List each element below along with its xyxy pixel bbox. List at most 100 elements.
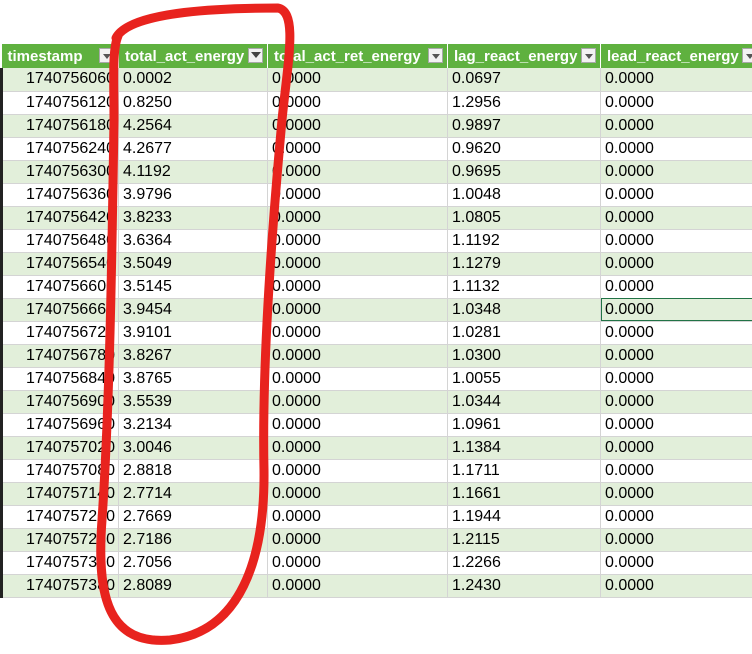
cell-lag-react-energy[interactable]: 1.0055: [447, 367, 601, 391]
filter-dropdown-icon[interactable]: [428, 48, 443, 63]
cell-lead-react-energy[interactable]: 0.0000: [600, 551, 752, 575]
cell-lead-react-energy[interactable]: 0.0000: [600, 160, 752, 184]
cell-lag-react-energy[interactable]: 0.9620: [447, 137, 601, 161]
cell-lag-react-energy[interactable]: 1.0961: [447, 413, 601, 437]
cell-total-act-energy[interactable]: 2.7714: [118, 482, 268, 506]
cell-lead-react-energy[interactable]: 0.0000: [600, 183, 752, 207]
header-lag-react-energy[interactable]: lag_react_energy: [447, 44, 601, 68]
cell-total-act-energy[interactable]: 3.5049: [118, 252, 268, 276]
cell-timestamp[interactable]: 1740756780: [0, 344, 119, 368]
cell-lag-react-energy[interactable]: 1.2430: [447, 574, 601, 598]
cell-timestamp[interactable]: 1740756540: [0, 252, 119, 276]
cell-lag-react-energy[interactable]: 1.1384: [447, 436, 601, 460]
cell-timestamp[interactable]: 1740756180: [0, 114, 119, 138]
cell-lead-react-energy[interactable]: 0.0000: [600, 367, 752, 391]
cell-total-act-ret-energy[interactable]: 0.0000: [267, 298, 448, 322]
cell-total-act-ret-energy[interactable]: 0.0000: [267, 91, 448, 115]
cell-lag-react-energy[interactable]: 1.2115: [447, 528, 601, 552]
cell-lead-react-energy[interactable]: 0.0000: [600, 574, 752, 598]
cell-lag-react-energy[interactable]: 1.1279: [447, 252, 601, 276]
cell-total-act-ret-energy[interactable]: 0.0000: [267, 114, 448, 138]
cell-lag-react-energy[interactable]: 1.1661: [447, 482, 601, 506]
cell-total-act-ret-energy[interactable]: 0.0000: [267, 344, 448, 368]
cell-total-act-ret-energy[interactable]: 0.0000: [267, 482, 448, 506]
cell-timestamp[interactable]: 1740757200: [0, 505, 119, 529]
cell-total-act-energy[interactable]: 3.2134: [118, 413, 268, 437]
cell-total-act-ret-energy[interactable]: 0.0000: [267, 206, 448, 230]
cell-lag-react-energy[interactable]: 1.1711: [447, 459, 601, 483]
cell-total-act-ret-energy[interactable]: 0.0000: [267, 551, 448, 575]
cell-total-act-energy[interactable]: 3.8765: [118, 367, 268, 391]
cell-lead-react-energy[interactable]: 0.0000: [600, 505, 752, 529]
cell-lead-react-energy[interactable]: 0.0000: [600, 206, 752, 230]
cell-lead-react-energy[interactable]: 0.0000: [600, 91, 752, 115]
cell-total-act-ret-energy[interactable]: 0.0000: [267, 505, 448, 529]
cell-timestamp[interactable]: 1740756480: [0, 229, 119, 253]
cell-lead-react-energy[interactable]: 0.0000: [600, 413, 752, 437]
cell-lead-react-energy[interactable]: 0.0000: [600, 252, 752, 276]
cell-lead-react-energy[interactable]: 0.0000: [600, 528, 752, 552]
cell-total-act-energy[interactable]: 2.8089: [118, 574, 268, 598]
cell-timestamp[interactable]: 1740756240: [0, 137, 119, 161]
cell-timestamp[interactable]: 1740756300: [0, 160, 119, 184]
cell-total-act-ret-energy[interactable]: 0.0000: [267, 137, 448, 161]
cell-lag-react-energy[interactable]: 0.9897: [447, 114, 601, 138]
cell-total-act-ret-energy[interactable]: 0.0000: [267, 528, 448, 552]
cell-timestamp[interactable]: 1740756420: [0, 206, 119, 230]
filter-funnel-icon[interactable]: [248, 48, 263, 63]
cell-lag-react-energy[interactable]: 1.1132: [447, 275, 601, 299]
cell-total-act-energy[interactable]: 3.9101: [118, 321, 268, 345]
cell-total-act-energy[interactable]: 3.9796: [118, 183, 268, 207]
cell-total-act-energy[interactable]: 2.7056: [118, 551, 268, 575]
cell-total-act-ret-energy[interactable]: 0.0000: [267, 390, 448, 414]
cell-lag-react-energy[interactable]: 1.0281: [447, 321, 601, 345]
cell-total-act-energy[interactable]: 2.7669: [118, 505, 268, 529]
cell-total-act-energy[interactable]: 3.5145: [118, 275, 268, 299]
cell-timestamp[interactable]: 1740756060: [0, 68, 119, 92]
cell-total-act-ret-energy[interactable]: 0.0000: [267, 160, 448, 184]
cell-lag-react-energy[interactable]: 1.0300: [447, 344, 601, 368]
cell-lag-react-energy[interactable]: 1.2266: [447, 551, 601, 575]
cell-total-act-energy[interactable]: 3.5539: [118, 390, 268, 414]
cell-total-act-ret-energy[interactable]: 0.0000: [267, 367, 448, 391]
filter-dropdown-icon[interactable]: [581, 48, 596, 63]
header-total-act-energy[interactable]: total_act_energy: [118, 44, 268, 68]
cell-total-act-ret-energy[interactable]: 0.0000: [267, 321, 448, 345]
cell-timestamp[interactable]: 1740757320: [0, 551, 119, 575]
cell-total-act-energy[interactable]: 4.1192: [118, 160, 268, 184]
cell-timestamp[interactable]: 1740757020: [0, 436, 119, 460]
cell-lead-react-energy[interactable]: 0.0000: [600, 436, 752, 460]
cell-total-act-ret-energy[interactable]: 0.0000: [267, 252, 448, 276]
cell-lead-react-energy[interactable]: 0.0000: [600, 229, 752, 253]
cell-total-act-energy[interactable]: 4.2677: [118, 137, 268, 161]
header-timestamp[interactable]: timestamp: [1, 44, 119, 68]
cell-total-act-energy[interactable]: 3.0046: [118, 436, 268, 460]
filter-dropdown-icon[interactable]: [742, 48, 752, 63]
cell-lag-react-energy[interactable]: 1.0048: [447, 183, 601, 207]
cell-total-act-energy[interactable]: 3.6364: [118, 229, 268, 253]
cell-total-act-ret-energy[interactable]: 0.0000: [267, 229, 448, 253]
cell-lag-react-energy[interactable]: 1.2956: [447, 91, 601, 115]
cell-total-act-energy[interactable]: 3.8233: [118, 206, 268, 230]
header-lead-react-energy[interactable]: lead_react_energy: [600, 44, 752, 68]
cell-lead-react-energy[interactable]: 0.0000: [600, 459, 752, 483]
cell-total-act-ret-energy[interactable]: 0.0000: [267, 436, 448, 460]
cell-lag-react-energy[interactable]: 1.0805: [447, 206, 601, 230]
cell-timestamp[interactable]: 1740757080: [0, 459, 119, 483]
cell-timestamp[interactable]: 1740756840: [0, 367, 119, 391]
cell-total-act-ret-energy[interactable]: 0.0000: [267, 68, 448, 92]
cell-timestamp[interactable]: 1740757260: [0, 528, 119, 552]
cell-lag-react-energy[interactable]: 1.0344: [447, 390, 601, 414]
cell-total-act-ret-energy[interactable]: 0.0000: [267, 275, 448, 299]
cell-lead-react-energy[interactable]: 0.0000: [600, 68, 752, 92]
cell-total-act-energy[interactable]: 2.8818: [118, 459, 268, 483]
cell-lead-react-energy[interactable]: 0.0000: [600, 482, 752, 506]
cell-lead-react-energy[interactable]: 0.0000: [600, 390, 752, 414]
cell-lag-react-energy[interactable]: 0.0697: [447, 68, 601, 92]
cell-lag-react-energy[interactable]: 1.1192: [447, 229, 601, 253]
cell-total-act-ret-energy[interactable]: 0.0000: [267, 574, 448, 598]
cell-total-act-ret-energy[interactable]: 0.0000: [267, 183, 448, 207]
cell-timestamp[interactable]: 1740757140: [0, 482, 119, 506]
cell-total-act-energy[interactable]: 4.2564: [118, 114, 268, 138]
cell-lag-react-energy[interactable]: 1.1944: [447, 505, 601, 529]
